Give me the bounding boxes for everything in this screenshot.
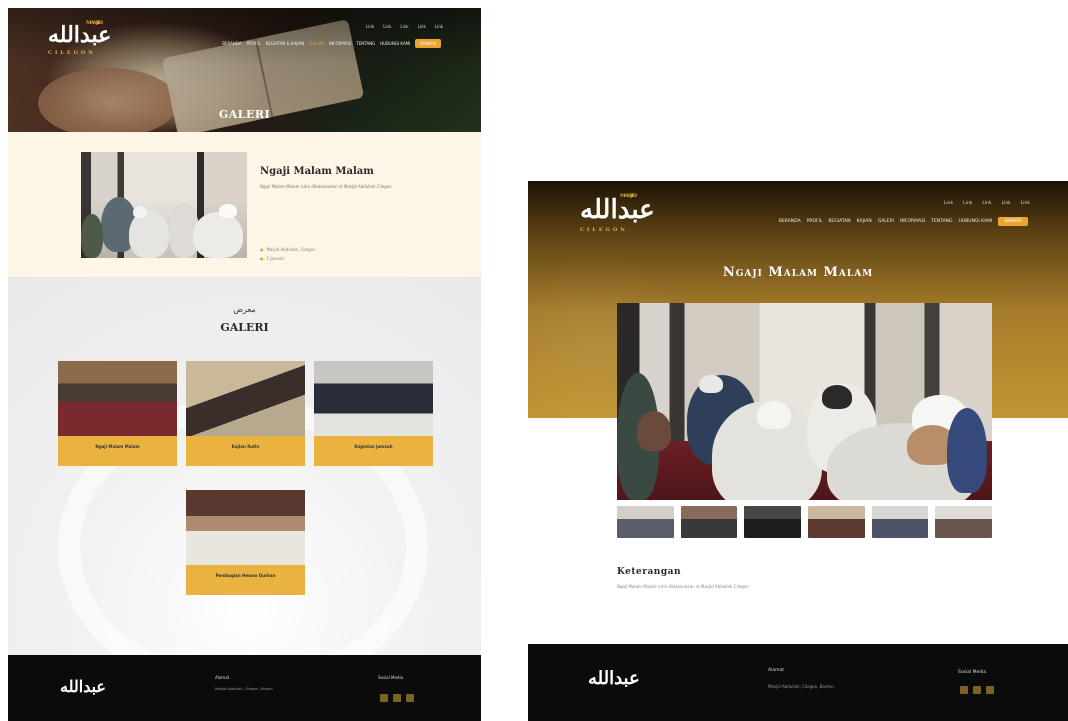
gallery-card-image [186,361,305,436]
top-link[interactable]: Link [418,24,426,29]
nav-item[interactable]: HUBUNGI KAMI [380,41,410,46]
instagram-icon[interactable] [393,694,401,702]
top-link[interactable]: Link [400,24,408,29]
thumbnail[interactable] [871,506,929,538]
youtube-icon[interactable] [406,694,414,702]
gallery-card[interactable]: Kegiatan Jamaah [314,361,433,466]
facebook-icon[interactable] [380,694,388,702]
footer-address: Masjid Abdullah, Cilegon, Banten [768,684,834,689]
gallery-card-caption: Kajian Rutin [186,436,305,466]
calendar-icon: ● [260,256,264,261]
hero-banner: عبدالله MASJID CILEGON Link Link Link Li… [8,8,481,132]
gallery-card-caption: Kegiatan Jamaah [314,436,433,466]
top-links: Link Link Link Link Link [366,24,443,29]
gallery-card-image [186,490,305,565]
gallery-section: معرض GALERI Ngaji Malam Malam Kajian Rut… [8,277,481,697]
social-links [960,686,994,694]
thumbnail[interactable] [935,506,993,538]
footer: عبدالله Alamat Masjid Abdullah, Cilegon,… [8,655,481,721]
instagram-icon[interactable] [973,686,981,694]
site-logo[interactable]: عبدالله MASJID CILEGON [580,193,656,233]
top-link[interactable]: Link [982,201,991,206]
thumbnail[interactable] [680,506,738,538]
nav-item[interactable]: TENTANG [356,41,375,46]
nav-item[interactable]: HUBUNGI KAMI [959,219,993,224]
main-nav: BERANDA PROFIL KEGIATAN & KAJIAN GALERI … [222,39,441,48]
main-photo[interactable] [617,303,992,500]
logo-text: عبدالله [580,195,656,225]
logo-badge: MASJID [620,193,637,199]
gallery-card-image [58,361,177,436]
footer-address-heading: Alamat [215,675,230,680]
thumbnail[interactable] [744,506,802,538]
nav-item[interactable]: KAJIAN [857,219,872,224]
activity-date: ● 1 Januari [260,256,285,261]
footer-social-heading: Sosial Media [378,675,404,680]
featured-photo[interactable] [81,152,247,258]
gallery-card[interactable]: Ngaji Malam Malam [58,361,177,466]
gallery-arabic-label: معرض [233,305,256,314]
top-link[interactable]: Link [1002,201,1011,206]
footer-social-heading: Sosial Media [958,670,987,675]
gallery-heading: GALERI [220,321,269,334]
activity-title: Ngaji Malam Malam [260,166,374,177]
gallery-card[interactable]: Kajian Rutin [186,361,305,466]
footer-address: Masjid Abdullah, Cilegon, Banten [215,687,273,691]
nav-item[interactable]: BERANDA [779,219,801,224]
donate-button[interactable]: DONASI [415,39,441,48]
social-links [380,694,414,702]
nav-item[interactable]: TENTANG [931,219,952,224]
footer-logo[interactable]: عبدالله [60,677,106,696]
facebook-icon[interactable] [960,686,968,694]
gallery-card-caption: Pembagian Hewan Qurban [186,565,305,595]
gallery-card[interactable]: Pembagian Hewan Qurban [186,490,305,595]
footer-address-heading: Alamat [768,668,784,673]
nav-item[interactable]: INFORMASI [329,41,351,46]
nav-item[interactable]: PROFIL [807,219,823,224]
page-title: GALERI [218,108,271,121]
top-links: Link Link Link Link Link [944,201,1030,206]
footer: عبدالله Alamat Masjid Abdullah, Cilegon,… [528,644,1068,721]
featured-activity: Ngaji Malam Malam Ngaji Malam Malam ruti… [8,132,481,277]
gallery-page: عبدالله MASJID CILEGON Link Link Link Li… [8,8,481,721]
nav-item[interactable]: BERANDA [222,41,241,46]
logo-tagline: CILEGON [580,227,628,233]
top-link[interactable]: Link [963,201,972,206]
top-link[interactable]: Link [944,201,953,206]
main-nav: BERANDA PROFIL KEGIATAN KAJIAN GALERI IN… [779,217,1028,226]
site-logo[interactable]: عبدالله MASJID CILEGON [48,20,112,56]
nav-item[interactable]: PROFIL [247,41,261,46]
gallery-card-image [314,361,433,436]
thumbnail[interactable] [808,506,865,538]
logo-badge: MASJID [86,20,103,26]
nav-item[interactable]: INFORMASI [900,219,925,224]
nav-item-active[interactable]: GALERI [309,41,324,46]
activity-location: ● Masjid Abdullah, Cilegon [260,247,316,252]
donate-button[interactable]: DONASI [998,217,1028,226]
gallery-card-caption: Ngaji Malam Malam [58,436,177,466]
logo-tagline: CILEGON [48,50,96,56]
nav-item[interactable]: GALERI [878,219,894,224]
thumbnail-strip [617,506,993,538]
footer-logo[interactable]: عبدالله [588,668,640,689]
nav-item[interactable]: KEGIATAN [828,219,850,224]
keterangan-heading: Keterangan [617,567,682,577]
page-title: Ngaji Malam Malam [722,265,874,280]
top-link[interactable]: Link [366,24,374,29]
top-link[interactable]: Link [1021,201,1030,206]
youtube-icon[interactable] [986,686,994,694]
keterangan-text: Ngaji Malam Malam rutin dilaksanakan di … [617,584,749,589]
activity-description: Ngaji Malam Malam rutin dilaksanakan di … [260,184,392,189]
canvas: عبدالله MASJID CILEGON Link Link Link Li… [0,0,1068,721]
top-link[interactable]: Link [435,24,443,29]
top-link[interactable]: Link [383,24,391,29]
activity-detail-page: عبدالله MASJID CILEGON Link Link Link Li… [528,181,1068,721]
thumbnail[interactable] [617,506,674,538]
location-pin-icon: ● [260,247,264,252]
nav-item[interactable]: KEGIATAN & KAJIAN [266,41,305,46]
